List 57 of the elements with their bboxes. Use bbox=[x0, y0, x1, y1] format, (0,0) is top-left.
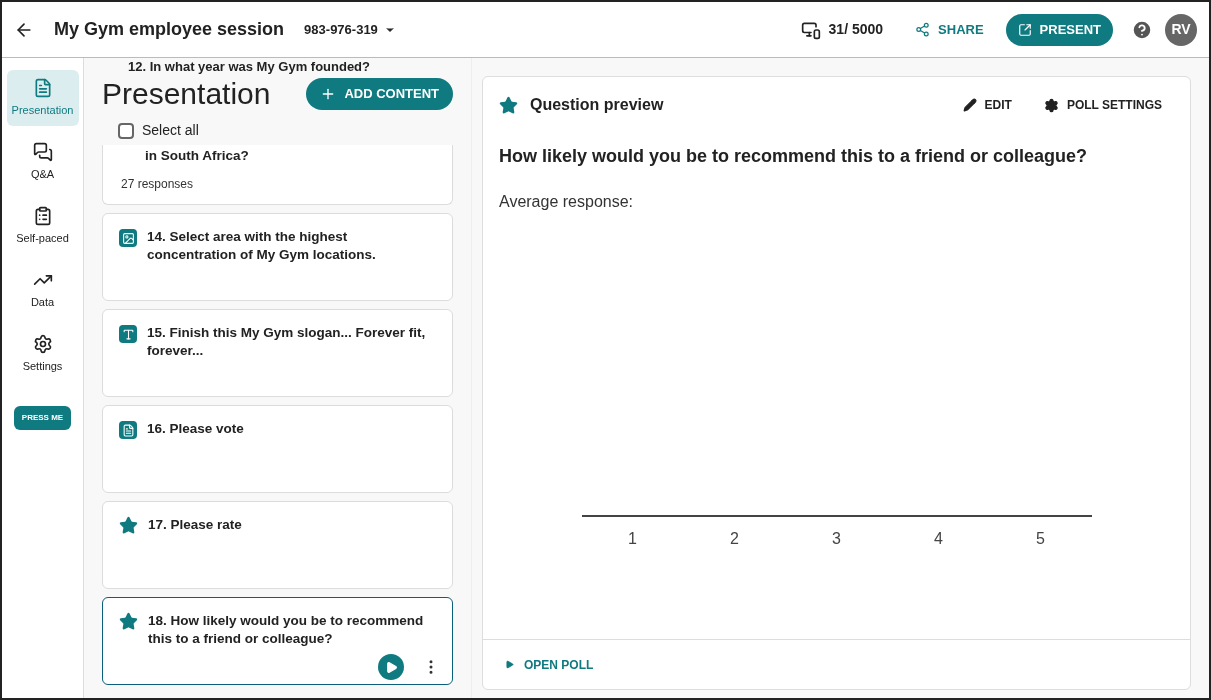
external-link-icon bbox=[1017, 22, 1032, 37]
question-title: 16. Please vote bbox=[147, 420, 245, 438]
select-all-label: Select all bbox=[142, 121, 199, 140]
nav-item[interactable]: Presentation bbox=[6, 70, 79, 126]
axis-label: 4 bbox=[933, 529, 944, 549]
share-button[interactable]: SHARE bbox=[915, 19, 984, 40]
session-code-dropdown[interactable]: 983-976-319 bbox=[304, 19, 396, 40]
chat-icon bbox=[32, 141, 53, 162]
question-title: 15. Finish this My Gym slogan... Forever fit, forever... bbox=[147, 324, 427, 360]
settings-icon bbox=[1043, 97, 1059, 113]
question-card[interactable]: 15. Finish this My Gym slogan... Forever fit, forever... bbox=[102, 309, 453, 397]
question-title: 12. In what year was My Gym founded? bbox=[128, 60, 370, 74]
question-title: 18. How likely would you be to recommend this to a friend or colleague? bbox=[148, 612, 425, 648]
question-title: 17. Please rate bbox=[148, 516, 243, 534]
question-text: How likely would you be to recommend this to a friend or colleague? bbox=[498, 145, 1089, 168]
axis-label: 2 bbox=[729, 529, 740, 549]
press-me-button[interactable]: PRESS ME bbox=[13, 406, 72, 430]
settings-icon bbox=[32, 333, 53, 354]
select-all-checkbox[interactable] bbox=[118, 122, 134, 139]
nav-item[interactable]: Q&A bbox=[6, 134, 79, 190]
axis-label: 1 bbox=[627, 529, 638, 549]
session-title: My Gym employee session bbox=[54, 18, 285, 41]
poll-settings-button[interactable]: POLL SETTINGS bbox=[1043, 96, 1162, 114]
question-card[interactable]: 18. How likely would you be to recommend this to a friend or colleague? bbox=[102, 597, 453, 685]
question-title: 14. Select area with the highest concentration of My Gym locations. bbox=[147, 228, 377, 264]
question-card[interactable]: 16. Please vote bbox=[102, 405, 453, 493]
axis-label: 3 bbox=[831, 529, 842, 549]
open-poll-button[interactable]: OPEN POLL bbox=[505, 655, 594, 674]
help-icon[interactable] bbox=[1131, 18, 1153, 41]
question-card[interactable]: in South Africa? 27 responses bbox=[102, 145, 453, 205]
user-avatar[interactable]: RV bbox=[1165, 13, 1197, 46]
edit-button[interactable]: EDIT bbox=[962, 96, 1012, 114]
star-icon bbox=[119, 612, 138, 631]
play-icon bbox=[384, 660, 398, 674]
nav-item[interactable]: Settings bbox=[6, 326, 79, 382]
question-card[interactable]: 14. Select area with the highest concentration of My Gym locations. bbox=[102, 213, 453, 301]
preview-title: Question preview bbox=[530, 95, 664, 115]
nav-item[interactable]: Data bbox=[6, 262, 79, 318]
play-button[interactable] bbox=[378, 654, 404, 680]
image-icon bbox=[119, 229, 137, 247]
panel-heading: Presentation bbox=[102, 76, 271, 112]
average-label: Average response: bbox=[498, 192, 634, 212]
question-title: in South Africa? bbox=[145, 147, 250, 165]
response-count: 27 responses bbox=[121, 176, 195, 193]
star-icon bbox=[499, 95, 518, 115]
pencil-icon bbox=[962, 98, 977, 112]
participant-count: 31/ 5000 bbox=[828, 20, 884, 39]
star-icon bbox=[119, 516, 138, 535]
nav-item[interactable]: Self-paced bbox=[6, 198, 79, 254]
add-content-button[interactable]: ADD CONTENT bbox=[306, 78, 453, 110]
text-type-icon bbox=[119, 325, 137, 343]
question-card[interactable]: 17. Please rate bbox=[102, 501, 453, 589]
document-icon bbox=[119, 421, 137, 439]
share-icon bbox=[915, 22, 931, 37]
play-icon bbox=[505, 660, 514, 669]
present-button[interactable]: PRESENT bbox=[1005, 13, 1113, 46]
axis-label: 5 bbox=[1035, 529, 1046, 549]
